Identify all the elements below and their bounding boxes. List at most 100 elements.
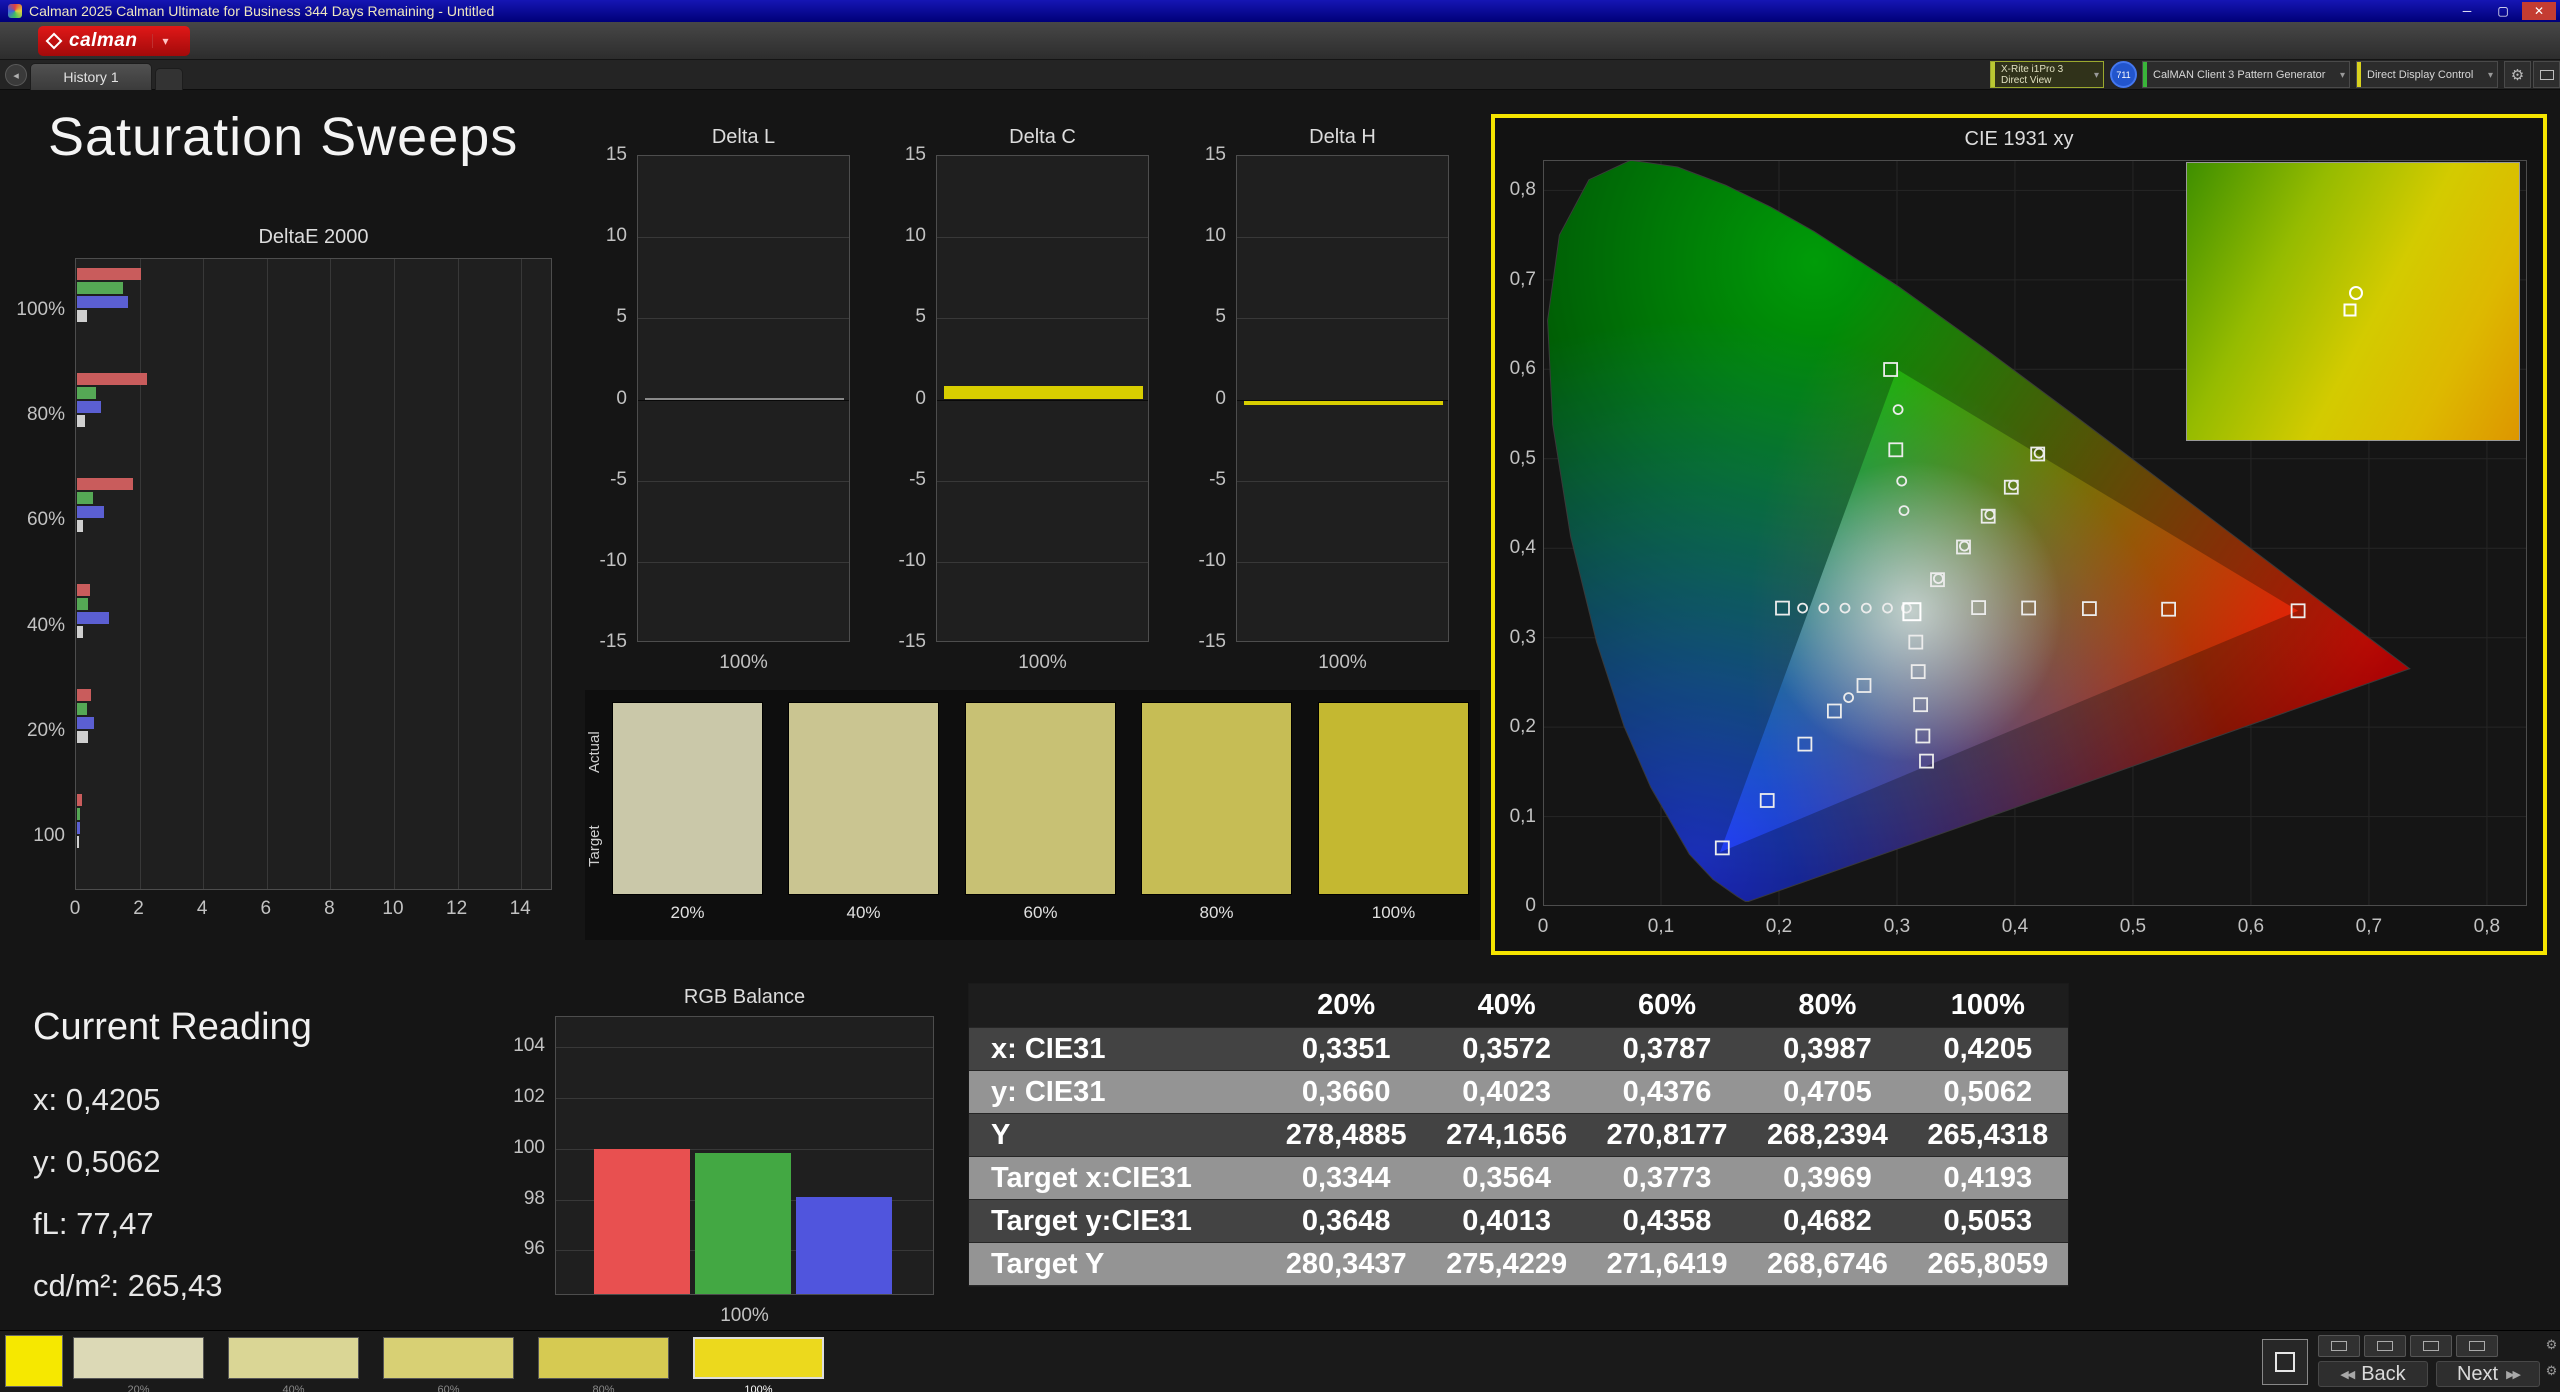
deltaH-ytick: 10 [1182, 225, 1226, 247]
deltaC-ytick: 0 [882, 388, 926, 410]
meter-name: X-Rite i1Pro 3 [2001, 64, 2063, 75]
deltae-bar-blue [77, 717, 94, 729]
table-cell: 0,3987 [1747, 1028, 1907, 1070]
cie-1931-panel: CIE 1931 xy [1491, 114, 2547, 955]
tab-scroll-button[interactable]: ◂ [5, 64, 27, 86]
deltae-xtick: 12 [437, 898, 477, 920]
table-col-header: 20% [1266, 984, 1426, 1027]
gear-icon[interactable]: ⚙ [2544, 1363, 2559, 1378]
deltae-bar-blue [77, 612, 109, 624]
pattern-thumb-60%[interactable] [383, 1337, 514, 1379]
window-title: Calman 2025 Calman Ultimate for Business… [29, 3, 2448, 19]
menu-bar: calman ▾ [0, 22, 2560, 60]
maximize-button[interactable]: ▢ [2486, 2, 2520, 20]
deltaH-bar [1244, 401, 1442, 405]
new-tab-stub[interactable] [155, 68, 183, 90]
gear-icon[interactable]: ⚙ [2544, 1337, 2559, 1352]
table-cell: 0,4013 [1426, 1200, 1586, 1242]
zeroline [937, 400, 1148, 401]
rgb-ytick: 98 [495, 1188, 545, 1210]
deltae-bar-white [77, 310, 87, 322]
deltae-xtick: 8 [309, 898, 349, 920]
display-control-selector[interactable]: Direct Display Control ▾ [2356, 61, 2498, 88]
table-row-label: Target x:CIE31 [969, 1157, 1266, 1199]
deltae-xtick: 4 [182, 898, 222, 920]
chevron-down-icon: ▾ [2488, 70, 2493, 81]
rgb-balance-chart-title: RGB Balance [555, 986, 934, 1009]
calman-logo-button[interactable]: calman ▾ [38, 26, 190, 56]
gear-icon[interactable]: ⚙ [2504, 61, 2531, 88]
pattern-thumb-40%[interactable] [228, 1337, 359, 1379]
table-cell: 0,5062 [1908, 1071, 2068, 1113]
meter-badge[interactable]: 711 [2110, 61, 2137, 88]
deltaH-ytick: 5 [1182, 306, 1226, 328]
display-icon[interactable] [2533, 61, 2560, 88]
next-icon: ▶▶ [2506, 1368, 2519, 1381]
meter-selector[interactable]: X-Rite i1Pro 3 Direct View ▾ [1990, 61, 2104, 88]
pattern-thumb-20%[interactable] [73, 1337, 204, 1379]
deltaC-ytick: -10 [882, 550, 926, 572]
back-button[interactable]: ◀◀ Back [2318, 1361, 2428, 1387]
zeroline [638, 400, 849, 401]
hgrid [937, 318, 1148, 319]
chevron-down-icon: ▾ [152, 34, 168, 48]
swatch-label: 100% [1318, 902, 1469, 924]
inset-target-marker [2343, 303, 2356, 316]
camera-icon-button[interactable] [2456, 1335, 2498, 1357]
next-button[interactable]: Next ▶▶ [2436, 1361, 2540, 1387]
camera-icon [2469, 1341, 2485, 1351]
next-label: Next [2457, 1363, 2498, 1386]
cie-ytick: 0,4 [1494, 537, 1536, 559]
table-cell: 271,6419 [1587, 1243, 1747, 1285]
deltae-xtick: 14 [500, 898, 540, 920]
cie-xtick: 0 [1521, 916, 1565, 938]
current-reading-value: fL: 77,47 [33, 1206, 154, 1242]
deltae-bar-red [77, 268, 141, 280]
hgrid [638, 481, 849, 482]
hgrid [638, 318, 849, 319]
deltaC-xlabel: 100% [936, 652, 1149, 674]
hgrid [638, 562, 849, 563]
table-cell: 0,3773 [1587, 1157, 1747, 1199]
meter-mode: Direct View [2001, 75, 2063, 86]
swatch-40% [788, 702, 939, 895]
display-control-label: Direct Display Control [2367, 69, 2473, 81]
calman-logo-label: calman [69, 30, 137, 52]
pattern-thumb-label: 80% [538, 1379, 669, 1392]
vgrid [394, 259, 395, 889]
target-row-label: Target [586, 800, 604, 892]
current-pattern-color [5, 1335, 63, 1387]
cie-xtick: 0,7 [2347, 916, 2391, 938]
back-icon: ◀◀ [2340, 1368, 2353, 1381]
deltae-bar-white [77, 415, 85, 427]
minimize-button[interactable]: ─ [2450, 2, 2484, 20]
vgrid [267, 259, 268, 889]
table-row: Y278,4885274,1656270,8177268,2394265,431… [969, 1114, 2068, 1157]
table-cell: 268,2394 [1747, 1114, 1907, 1156]
rgb-bar-red [594, 1149, 690, 1294]
table-cell: 278,4885 [1266, 1114, 1426, 1156]
current-reading-value: cd/m²: 265,43 [33, 1268, 223, 1304]
table-row: x: CIE310,33510,35720,37870,39870,4205 [969, 1028, 2068, 1071]
hgrid [1237, 562, 1448, 563]
pattern-thumb-80%[interactable] [538, 1337, 669, 1379]
deltaL-ytick: -5 [583, 469, 627, 491]
document-icon-button[interactable] [2364, 1335, 2406, 1357]
tab-history-1[interactable]: History 1 [30, 63, 152, 90]
app-icon [8, 4, 22, 18]
pattern-window-button[interactable] [2262, 1339, 2308, 1385]
cie-xtick: 0,3 [1875, 916, 1919, 938]
printer-icon-button[interactable] [2410, 1335, 2452, 1357]
table-cell: 274,1656 [1426, 1114, 1586, 1156]
pattern-thumb-100%[interactable] [693, 1337, 824, 1379]
deltae-plot [75, 258, 552, 890]
table-row: Target x:CIE310,33440,35640,37730,39690,… [969, 1157, 2068, 1200]
table-cell: 0,3787 [1587, 1028, 1747, 1070]
close-button[interactable]: ✕ [2522, 2, 2556, 20]
rgb-xlabel: 100% [555, 1305, 934, 1327]
table-cell: 265,4318 [1908, 1114, 2068, 1156]
pattern-generator-selector[interactable]: CalMAN Client 3 Pattern Generator ▾ [2142, 61, 2350, 88]
monitor-icon-button[interactable] [2318, 1335, 2360, 1357]
table-col-header: 100% [1908, 984, 2068, 1027]
table-cell: 0,5053 [1908, 1200, 2068, 1242]
